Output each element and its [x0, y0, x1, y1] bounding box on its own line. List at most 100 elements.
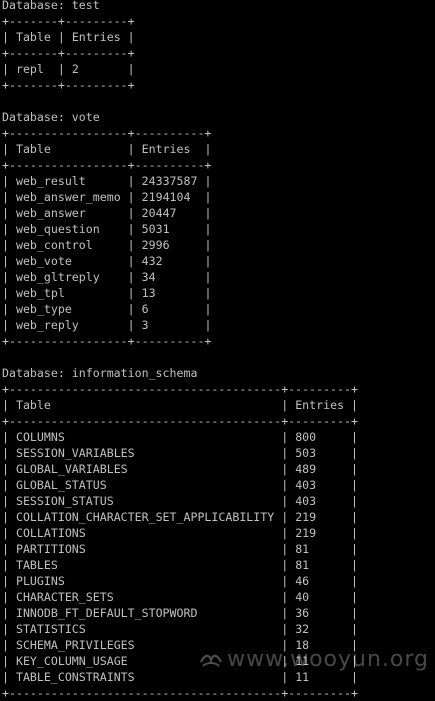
cell-table-name: SESSION_VARIABLES: [15, 446, 135, 460]
table-row: | GLOBAL_STATUS | 403 |: [2, 478, 359, 492]
table-border: +---------------------------------------…: [2, 414, 358, 428]
cell-entries: 40: [295, 590, 310, 604]
table-row: | STATISTICS | 32 |: [2, 622, 359, 636]
cell-table-name: web_control: [15, 238, 93, 252]
cell-table-name: web_gltreply: [15, 270, 100, 284]
cell-entries: 2: [71, 62, 79, 76]
table-border: +-------+---------+: [2, 78, 135, 92]
cell-entries: 503: [295, 446, 317, 460]
cell-table-name: web_question: [15, 222, 100, 236]
cell-entries: 219: [295, 510, 317, 524]
table-row: | repl | 2 |: [2, 62, 135, 76]
cell-entries: 34: [141, 270, 156, 284]
cell-table-name: SCHEMA_PRIVILEGES: [15, 638, 135, 652]
table-border: +-----------------+----------+: [2, 158, 212, 172]
table-row: | web_type | 6 |: [2, 302, 212, 316]
cell-entries: 800: [295, 430, 317, 444]
cell-entries: 46: [295, 574, 310, 588]
table-row: | web_answer | 20447 |: [2, 206, 212, 220]
cell-entries: 6: [141, 302, 149, 316]
database-title-text: Database: vote: [2, 110, 100, 124]
header-table: Table: [15, 30, 51, 44]
cell-entries: 489: [295, 462, 317, 476]
table-row: | COLLATION_CHARACTER_SET_APPLICABILITY …: [2, 510, 359, 524]
cell-entries: 13: [141, 286, 156, 300]
cell-entries: 81: [295, 542, 310, 556]
cell-table-name: COLUMNS: [15, 430, 65, 444]
database-title-text: Database: test: [2, 0, 100, 12]
table-row: | web_gltreply | 34 |: [2, 270, 212, 284]
table-row: | web_vote | 432 |: [2, 254, 212, 268]
table-header-row: | Table | Entries |: [2, 398, 359, 412]
cell-entries: 20447: [141, 206, 177, 220]
cell-entries: 11: [295, 654, 310, 668]
table-border: +---------------------------------------…: [2, 686, 358, 700]
table-row: | SESSION_VARIABLES | 503 |: [2, 446, 359, 460]
cell-entries: 432: [141, 254, 163, 268]
table-row: | web_result | 24337587 |: [2, 174, 212, 188]
table-header-row: | Table | Entries |: [2, 30, 135, 44]
table-border: +---------------------------------------…: [2, 382, 358, 396]
cell-entries: 32: [295, 622, 310, 636]
database-title: Database: test: [2, 0, 435, 13]
cell-entries: 24337587: [141, 174, 198, 188]
cell-table-name: PARTITIONS: [15, 542, 86, 556]
cell-entries: 81: [295, 558, 310, 572]
cell-table-name: web_type: [15, 302, 72, 316]
table-header-row: | Table | Entries |: [2, 142, 212, 156]
table-row: | GLOBAL_VARIABLES | 489 |: [2, 462, 359, 476]
cell-table-name: CHARACTER_SETS: [15, 590, 114, 604]
database-title: Database: vote: [2, 109, 435, 125]
database-title: Database: information_schema: [2, 365, 435, 381]
cell-table-name: INNODB_FT_DEFAULT_STOPWORD: [15, 606, 198, 620]
table-row: | web_control | 2996 |: [2, 238, 212, 252]
header-table: Table: [15, 142, 51, 156]
cell-entries: 3: [141, 318, 149, 332]
header-entries: Entries: [295, 398, 345, 412]
cell-entries: 18: [295, 638, 310, 652]
table-row: | TABLES | 81 |: [2, 558, 359, 572]
cell-table-name: web_answer: [15, 206, 86, 220]
table-row: | INNODB_FT_DEFAULT_STOPWORD | 36 |: [2, 606, 359, 620]
table-row: | TABLE_CONSTRAINTS | 11 |: [2, 670, 359, 684]
cell-table-name: web_vote: [15, 254, 72, 268]
cell-table-name: PLUGINS: [15, 574, 65, 588]
cell-table-name: SESSION_STATUS: [15, 494, 114, 508]
cell-entries: 36: [295, 606, 310, 620]
database-title-text: Database: information_schema: [2, 366, 198, 380]
header-entries: Entries: [141, 142, 191, 156]
table-row: | KEY_COLUMN_USAGE | 11 |: [2, 654, 359, 668]
cell-table-name: web_reply: [15, 318, 79, 332]
cell-entries: 403: [295, 478, 317, 492]
table-border: +-----------------+----------+: [2, 126, 212, 140]
cell-entries: 403: [295, 494, 317, 508]
table-border: +-----------------+----------+: [2, 334, 212, 348]
cell-entries: 5031: [141, 222, 170, 236]
terminal-output: Database: test +-------+---------+ | Table…: [2, 0, 435, 701]
table-row: | web_tpl | 13 |: [2, 286, 212, 300]
table-border: +-------+---------+: [2, 46, 135, 60]
table-row: | SCHEMA_PRIVILEGES | 18 |: [2, 638, 359, 652]
table-row: | web_reply | 3 |: [2, 318, 212, 332]
cell-entries: 2996: [141, 238, 170, 252]
cell-table-name: web_result: [15, 174, 86, 188]
cell-table-name: TABLE_CONSTRAINTS: [15, 670, 135, 684]
table-row: | COLUMNS | 800 |: [2, 430, 359, 444]
table-row: | PARTITIONS | 81 |: [2, 542, 359, 556]
cell-table-name: repl: [15, 62, 44, 76]
header-table: Table: [15, 398, 51, 412]
cell-table-name: GLOBAL_VARIABLES: [15, 462, 128, 476]
table-border: +-------+---------+: [2, 14, 135, 28]
header-entries: Entries: [71, 30, 121, 44]
cell-table-name: KEY_COLUMN_USAGE: [15, 654, 128, 668]
table-row: | web_question | 5031 |: [2, 222, 212, 236]
cell-entries: 2194104: [141, 190, 191, 204]
cell-table-name: web_tpl: [15, 286, 65, 300]
cell-table-name: GLOBAL_STATUS: [15, 478, 107, 492]
cell-table-name: web_answer_memo: [15, 190, 121, 204]
table-row: | PLUGINS | 46 |: [2, 574, 359, 588]
cell-table-name: TABLES: [15, 558, 58, 572]
cell-table-name: STATISTICS: [15, 622, 86, 636]
